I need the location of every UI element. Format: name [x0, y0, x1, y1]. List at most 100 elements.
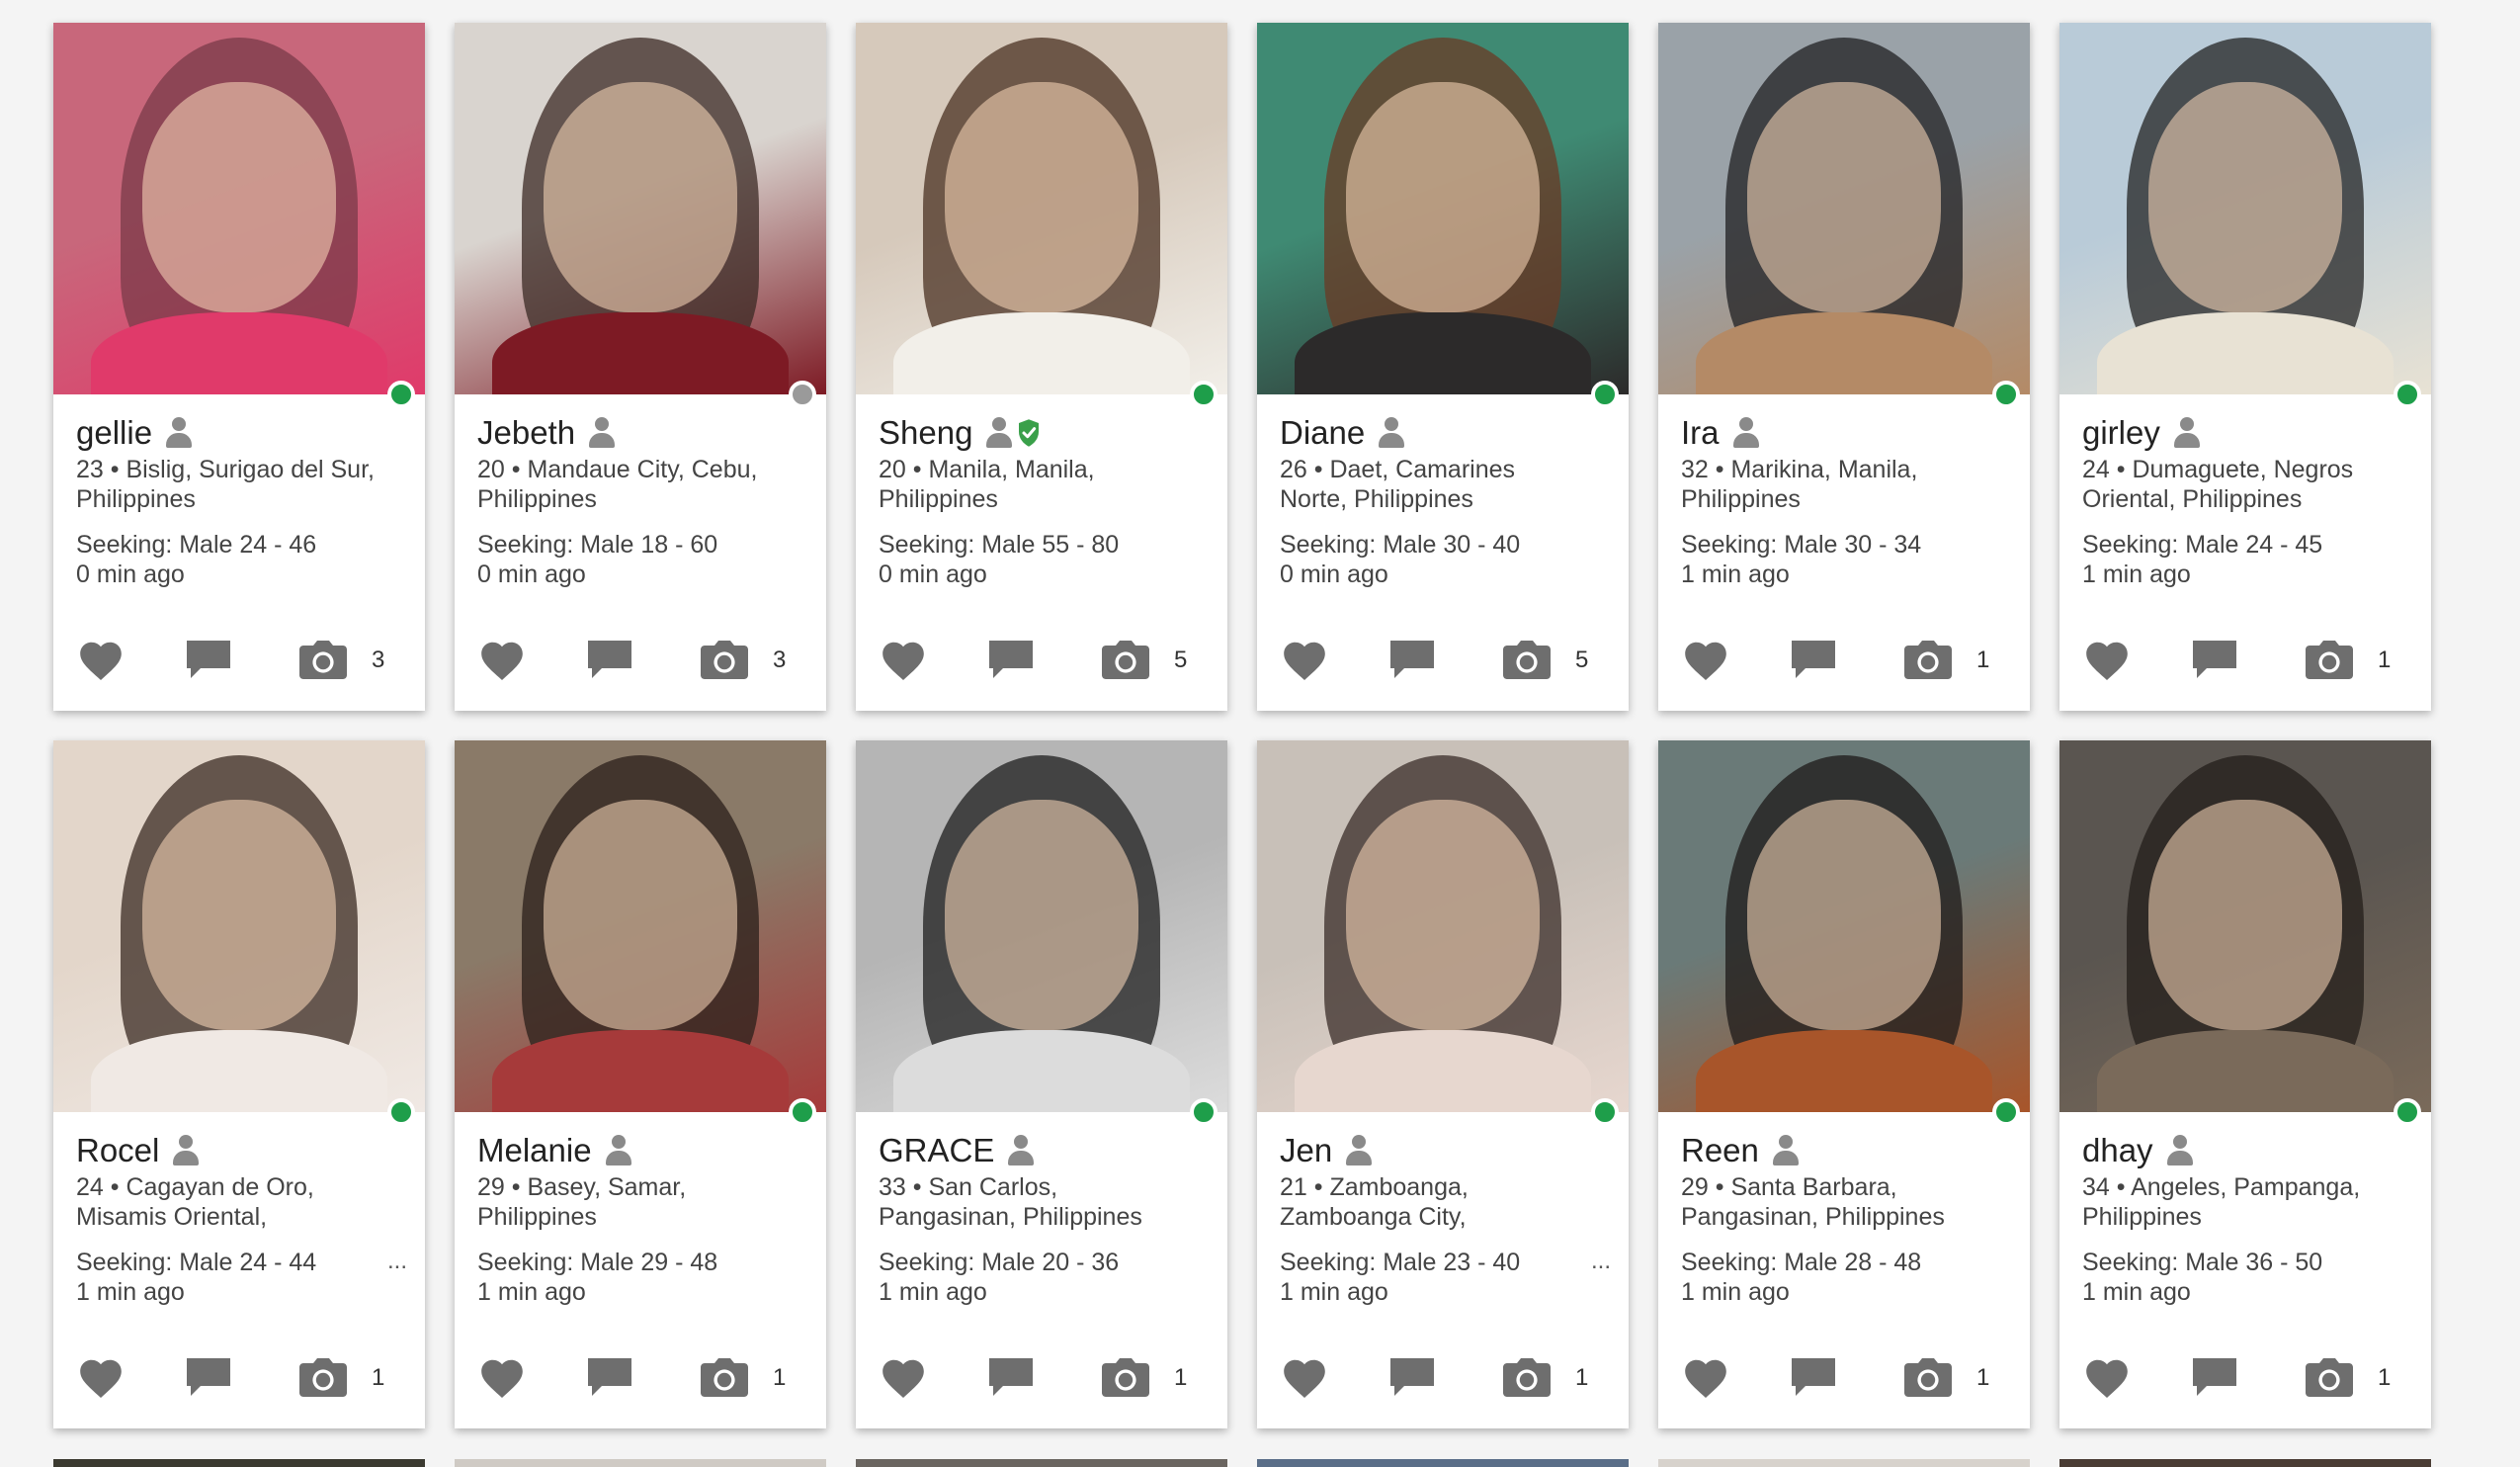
photos-button[interactable]	[296, 638, 350, 683]
photos-button[interactable]	[1099, 1355, 1152, 1401]
like-button[interactable]	[1680, 638, 1731, 683]
message-button[interactable]	[583, 638, 636, 683]
like-button[interactable]	[1279, 638, 1330, 683]
photos-button[interactable]	[2303, 1355, 2356, 1401]
profile-photo[interactable]	[53, 23, 425, 394]
message-button[interactable]	[182, 1355, 235, 1401]
profile-name[interactable]: GRACE	[879, 1132, 994, 1169]
person-icon	[1772, 1134, 1799, 1167]
photos-button[interactable]	[1099, 638, 1152, 683]
name-row: Reen	[1681, 1131, 2012, 1170]
card-actions: 1	[1279, 1353, 1607, 1403]
profile-name[interactable]: Jebeth	[477, 414, 575, 452]
message-button[interactable]	[1386, 638, 1439, 683]
camera-icon	[2306, 641, 2353, 679]
profile-card[interactable]: Diane 26 • Daet, Camarines Norte, Philip…	[1257, 23, 1629, 711]
profile-card[interactable]: dhay 34 • Angeles, Pampanga, Philippines…	[2059, 740, 2431, 1428]
photos-button[interactable]	[1901, 1355, 1955, 1401]
profile-name[interactable]: Reen	[1681, 1132, 1759, 1169]
profile-photo[interactable]	[856, 23, 1227, 394]
profile-card[interactable]: girley 24 • Dumaguete, Negros Oriental, …	[2059, 23, 2431, 711]
location-more-dots[interactable]: ...	[1591, 1248, 1611, 1275]
profile-name[interactable]: Jen	[1280, 1132, 1332, 1169]
heart-icon	[2086, 642, 2128, 680]
profile-card[interactable]: Jen 21 • Zamboanga, Zamboanga City, Seek…	[1257, 740, 1629, 1428]
message-button[interactable]	[1787, 1355, 1840, 1401]
photo-count: 1	[773, 1364, 787, 1391]
like-button[interactable]	[476, 1355, 528, 1401]
like-button[interactable]	[878, 638, 929, 683]
like-button[interactable]	[2081, 1355, 2133, 1401]
profile-name[interactable]: Melanie	[477, 1132, 592, 1169]
like-button[interactable]	[476, 638, 528, 683]
person-icon	[1008, 1134, 1035, 1167]
last-seen-text: 1 min ago	[477, 1278, 586, 1306]
like-button[interactable]	[1279, 1355, 1330, 1401]
photos-button[interactable]	[296, 1355, 350, 1401]
profile-photo[interactable]	[1658, 740, 2030, 1112]
message-button[interactable]	[2188, 638, 2241, 683]
profile-card[interactable]: Sheng 20 • Manila, Manila, Philippines S…	[856, 23, 1227, 711]
name-row: GRACE	[879, 1131, 1210, 1170]
like-button[interactable]	[75, 1355, 126, 1401]
profile-photo[interactable]	[2059, 740, 2431, 1112]
profile-card[interactable]: Jebeth 20 • Mandaue City, Cebu, Philippi…	[455, 23, 826, 711]
photo-count: 1	[1174, 1364, 1188, 1391]
profile-name[interactable]: Sheng	[879, 414, 972, 452]
profile-photo[interactable]	[455, 23, 826, 394]
profile-name[interactable]: Diane	[1280, 414, 1365, 452]
profile-card[interactable]: Reen 29 • Santa Barbara, Pangasinan, Phi…	[1658, 740, 2030, 1428]
message-button[interactable]	[984, 1355, 1038, 1401]
profile-photo[interactable]	[53, 740, 425, 1112]
profile-name[interactable]: girley	[2082, 414, 2160, 452]
heart-icon	[80, 642, 122, 680]
profile-photo[interactable]	[455, 740, 826, 1112]
photo-count: 1	[2378, 647, 2392, 673]
photo-count: 1	[2378, 1364, 2392, 1391]
photos-button[interactable]	[698, 1355, 751, 1401]
next-row-card-edge	[1257, 1459, 1629, 1467]
profile-name[interactable]: dhay	[2082, 1132, 2153, 1169]
profile-age-location: 23 • Bislig, Surigao del Sur, Philippine…	[76, 455, 402, 514]
like-button[interactable]	[75, 638, 126, 683]
profile-card[interactable]: GRACE 33 • San Carlos, Pangasinan, Phili…	[856, 740, 1227, 1428]
profile-card[interactable]: Rocel 24 • Cagayan de Oro, Misamis Orien…	[53, 740, 425, 1428]
message-button[interactable]	[1787, 638, 1840, 683]
name-row: Melanie	[477, 1131, 808, 1170]
profile-name[interactable]: gellie	[76, 414, 152, 452]
location-line-2: Pangasinan, Philippines	[1681, 1203, 1945, 1231]
like-button[interactable]	[878, 1355, 929, 1401]
profile-photo[interactable]	[1257, 740, 1629, 1112]
heart-icon	[1685, 1359, 1726, 1398]
photos-button[interactable]	[1500, 638, 1554, 683]
profile-age-location: 24 • Cagayan de Oro, Misamis Oriental,	[76, 1172, 402, 1232]
profile-photo[interactable]	[2059, 23, 2431, 394]
photos-button[interactable]	[1901, 638, 1955, 683]
message-button[interactable]	[2188, 1355, 2241, 1401]
profile-name[interactable]: Rocel	[76, 1132, 159, 1169]
profile-card[interactable]: Melanie 29 • Basey, Samar, Philippines S…	[455, 740, 826, 1428]
person-icon	[589, 416, 616, 450]
message-button[interactable]	[583, 1355, 636, 1401]
message-button[interactable]	[182, 638, 235, 683]
photos-button[interactable]	[698, 638, 751, 683]
profile-card[interactable]: gellie 23 • Bislig, Surigao del Sur, Phi…	[53, 23, 425, 711]
photos-button[interactable]	[1500, 1355, 1554, 1401]
card-actions: 3	[476, 636, 804, 685]
photo-face-shape	[1747, 82, 1941, 313]
photos-button[interactable]	[2303, 638, 2356, 683]
message-button[interactable]	[984, 638, 1038, 683]
location-more-dots[interactable]: ...	[387, 1248, 407, 1275]
profile-photo[interactable]	[1658, 23, 2030, 394]
profile-info: Reen 29 • Santa Barbara, Pangasinan, Phi…	[1681, 1131, 2012, 1307]
profile-card[interactable]: Ira 32 • Marikina, Manila, Philippines S…	[1658, 23, 2030, 711]
profile-photo[interactable]	[1257, 23, 1629, 394]
profile-name[interactable]: Ira	[1681, 414, 1720, 452]
like-button[interactable]	[2081, 638, 2133, 683]
profile-photo[interactable]	[856, 740, 1227, 1112]
photo-body-shape	[892, 1030, 1191, 1112]
like-button[interactable]	[1680, 1355, 1731, 1401]
person-icon	[1379, 416, 1405, 450]
location-line-2: Philippines	[477, 485, 597, 513]
message-button[interactable]	[1386, 1355, 1439, 1401]
